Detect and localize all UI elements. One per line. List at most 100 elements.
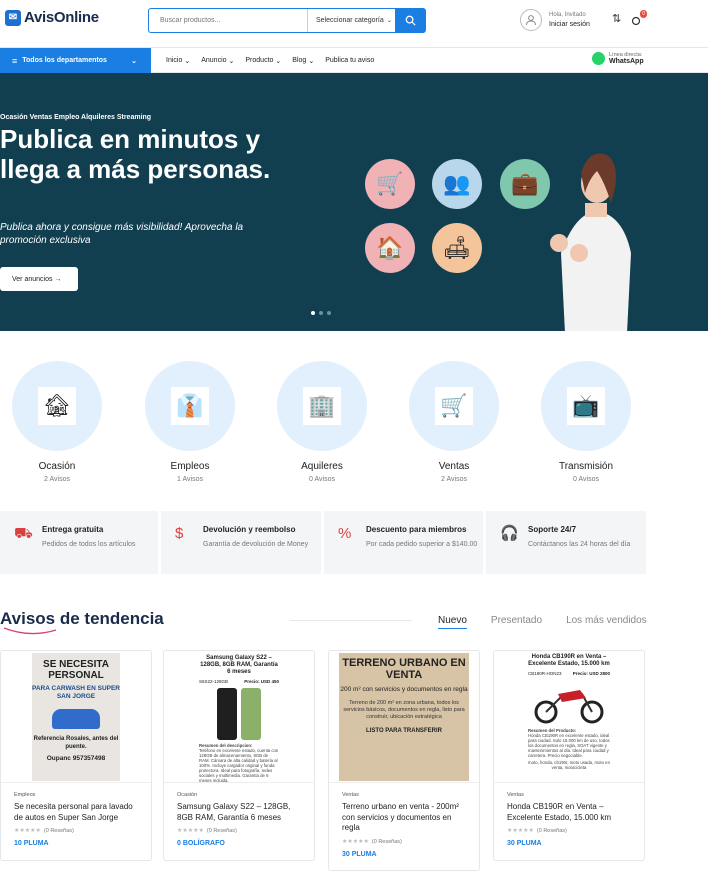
land-poster: TERRENO URBANO EN VENTA 200 m² con servi…: [339, 652, 469, 781]
feature-desc: Pedidos de todos los artículos: [42, 541, 136, 548]
category-count: 1 Avisos: [177, 476, 203, 483]
phone-image: [199, 687, 279, 740]
category-select[interactable]: Seleccionar categoría ⌄: [307, 9, 395, 32]
greeting-text: Hola, Invitado: [549, 12, 586, 18]
house-rent-icon: 🏚: [38, 387, 76, 425]
streaming-logos-icon: 📺: [567, 387, 605, 425]
jobs-grid-icon: 👔: [171, 387, 209, 425]
chevron-down-icon: ⌄: [131, 57, 137, 65]
cart-button[interactable]: 0: [631, 9, 647, 25]
logo-text: AvisOnline: [24, 9, 99, 26]
product-card[interactable]: Samsung Galaxy S22 – 128GB, 8GB RAM, Gar…: [163, 650, 315, 861]
login-link[interactable]: Iniciar sesión: [549, 21, 590, 28]
product-title[interactable]: Samsung Galaxy S22 – 128GB, 8GB RAM, Gar…: [177, 802, 304, 823]
chevron-down-icon: ⌄: [386, 18, 392, 24]
category-select-label: Seleccionar categoría: [316, 17, 384, 24]
product-card[interactable]: TERRENO URBANO EN VENTA 200 m² con servi…: [328, 650, 480, 871]
slider-dot-1[interactable]: [311, 311, 315, 315]
search-input[interactable]: [149, 9, 307, 32]
slider-dot-2[interactable]: [319, 311, 323, 315]
product-category: Ventas: [507, 792, 524, 798]
account-link[interactable]: Hola, Invitado Iniciar sesión: [520, 9, 590, 31]
view-ads-label: Ver anuncios: [12, 275, 53, 283]
hero-kicker: Ocasión Ventas Empleo Alquileres Streami…: [0, 114, 152, 121]
review-count: (0 Reseñas): [43, 828, 74, 834]
phone-poster: Samsung Galaxy S22 – 128GB, 8GB RAM, Gar…: [195, 652, 283, 783]
category-name: Ventas: [438, 461, 470, 472]
main-nav: ≡ Todos los departamentos ⌄ Inicio ⌄ Anun…: [0, 48, 708, 73]
category-ventas[interactable]: 🛒 Ventas 2 Avisos: [409, 361, 499, 483]
feature-refund: $ Devolución y reembolso Garantía de devo…: [161, 511, 321, 574]
product-category: Ventas: [342, 792, 359, 798]
chevron-down-icon: ⌄: [184, 57, 191, 65]
nav-item-producto[interactable]: Producto ⌄: [245, 57, 281, 65]
product-category: Ocasión: [177, 792, 198, 798]
trending-tabs: Nuevo Presentado Los más vendidos: [438, 615, 647, 629]
site-header: ✉ AvisOnline Seleccionar categoría ⌄ Hol…: [0, 0, 708, 48]
view-ads-button[interactable]: Ver anuncios →: [0, 267, 78, 291]
departments-button[interactable]: ≡ Todos los departamentos ⌄: [0, 48, 151, 73]
user-icon: [520, 9, 542, 31]
feature-title: Entrega gratuita: [42, 525, 104, 534]
category-count: 0 Avisos: [309, 476, 335, 483]
nav-item-blog[interactable]: Blog ⌄: [292, 57, 314, 65]
whatsapp-icon: [592, 52, 605, 65]
product-price: 10 PLUMA: [14, 840, 49, 847]
house-illustration-icon: 🏠: [365, 223, 415, 273]
nav-item-anuncio[interactable]: Anuncio ⌄: [201, 57, 234, 65]
nav-links: Inicio ⌄ Anuncio ⌄ Producto ⌄ Blog ⌄ Publica…: [166, 48, 374, 73]
tab-nuevo[interactable]: Nuevo: [438, 615, 467, 629]
compare-icon[interactable]: ⇅: [612, 12, 621, 25]
tab-mas-vendidos[interactable]: Los más vendidos: [566, 615, 647, 629]
motorcycle-poster: Honda CB190R en Venta – Excelente Estado…: [525, 652, 613, 781]
category-aquileres[interactable]: 🏢 Aquileres 0 Avisos: [277, 361, 367, 483]
nav-item-publish[interactable]: Publica tu aviso: [325, 57, 374, 64]
search-button[interactable]: [395, 9, 425, 32]
category-count: 2 Avisos: [44, 476, 70, 483]
whatsapp-text: WhatsApp: [609, 58, 644, 65]
category-count: 0 Avisos: [573, 476, 599, 483]
product-image: Honda CB190R en Venta – Excelente Estado…: [494, 651, 644, 783]
feature-desc: Garantía de devolución de Money: [203, 541, 309, 548]
divider: [290, 620, 412, 621]
review-count: (0 Reseñas): [206, 828, 237, 834]
category-ocasion[interactable]: 🏚 Ocasión 2 Avisos: [12, 361, 102, 483]
product-image: SE NECESITA PERSONAL PARA CARWASH EN SUP…: [1, 651, 151, 783]
feature-desc: Contáctanos las 24 horas del día: [528, 541, 631, 548]
review-count: (0 Reseñas): [536, 828, 567, 834]
category-empleos[interactable]: 👔 Empleos 1 Avisos: [145, 361, 235, 483]
headset-icon: 🎧: [500, 525, 519, 542]
arrow-right-icon: →: [54, 275, 62, 283]
logo-icon: ✉: [5, 9, 21, 26]
rating-stars: ★★★★★ (0 Reseñas): [14, 828, 74, 834]
hero-banner: Ocasión Ventas Empleo Alquileres Streami…: [0, 73, 708, 331]
room-illustration-icon: 🛋: [432, 223, 482, 273]
category-name: Transmisión: [558, 461, 614, 472]
product-card[interactable]: SE NECESITA PERSONAL PARA CARWASH EN SUP…: [0, 650, 152, 861]
category-transmision[interactable]: 📺 Transmisión 0 Avisos: [541, 361, 631, 483]
product-price: 0 BOLÍGRAFO: [177, 840, 225, 847]
product-card[interactable]: Honda CB190R en Venta – Excelente Estado…: [493, 650, 645, 861]
feature-title: Devolución y reembolso: [203, 525, 296, 534]
slider-dots: [311, 311, 331, 315]
feature-free-delivery: ⛟ Entrega gratuita Pedidos de todos los a…: [0, 511, 158, 574]
product-title[interactable]: Honda CB190R en Venta – Excelente Estado…: [507, 802, 634, 823]
product-price: 30 PLUMA: [507, 840, 542, 847]
product-category: Empleos: [14, 792, 36, 798]
slider-dot-3[interactable]: [327, 311, 331, 315]
whatsapp-link[interactable]: Línea directa: WhatsApp: [592, 52, 644, 65]
product-image: Samsung Galaxy S22 – 128GB, 8GB RAM, Gar…: [164, 651, 314, 783]
product-price: 30 PLUMA: [342, 850, 377, 858]
feature-title: Descuento para miembros: [366, 525, 467, 534]
dollar-icon: $: [175, 525, 184, 542]
product-title[interactable]: Terreno urbano en venta - 200m² con serv…: [342, 802, 469, 834]
logo[interactable]: ✉ AvisOnline: [5, 9, 99, 26]
header-icons: ⇅ 0: [612, 9, 647, 25]
tab-presentado[interactable]: Presentado: [491, 615, 542, 629]
search-icon: [405, 15, 416, 26]
hero-woman-image: [550, 153, 631, 331]
rating-stars: ★★★★★ (0 Reseñas): [342, 838, 402, 845]
nav-item-inicio[interactable]: Inicio ⌄: [166, 57, 190, 65]
chevron-down-icon: ⌄: [228, 57, 235, 65]
product-title[interactable]: Se necesita personal para lavado de auto…: [14, 802, 141, 823]
